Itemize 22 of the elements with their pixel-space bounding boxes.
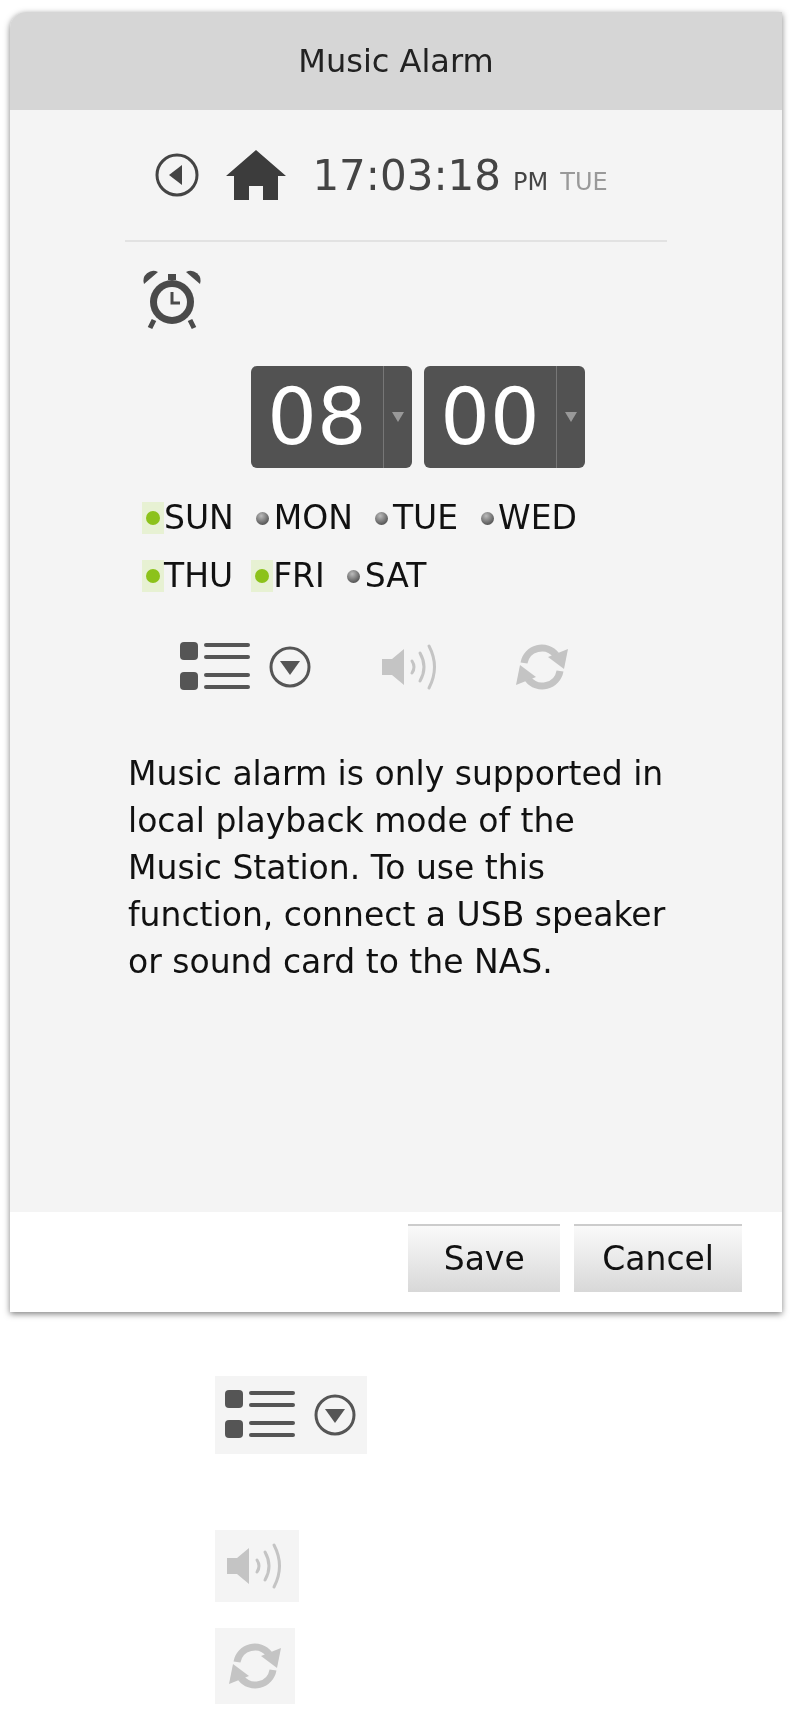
caret-icon: [392, 412, 404, 422]
dialog-button[interactable]: Cancel: [574, 1224, 742, 1292]
day-toggle[interactable]: FRI: [251, 556, 325, 596]
minute-picker[interactable]: 00: [424, 366, 585, 468]
clock-weekday: TUE: [560, 166, 608, 198]
alarm-clock-icon: [140, 268, 204, 330]
info-message: Music alarm is only supported in local playback mode of the Music Station. To use this function, connect a USB speaker or sound card to the NAS.: [128, 753, 667, 983]
clock-meridiem: PM: [513, 166, 549, 198]
back-icon[interactable]: [154, 152, 201, 198]
day-toggle[interactable]: SUN: [142, 498, 234, 538]
dialog-button[interactable]: Save: [408, 1224, 561, 1292]
day-toggle[interactable]: WED: [476, 498, 577, 538]
day-toggle[interactable]: MON: [251, 498, 353, 538]
day-toggle[interactable]: SAT: [342, 556, 427, 596]
dropdown-icon[interactable]: [268, 645, 312, 689]
dialog-title: Music Alarm: [298, 41, 494, 82]
day-toggle[interactable]: THU: [142, 556, 234, 596]
clock-time: 17:03:18: [312, 149, 502, 202]
dropdown-icon[interactable]: [313, 1393, 357, 1437]
day-toggle[interactable]: TUE: [370, 498, 459, 538]
hour-picker[interactable]: 08: [251, 366, 412, 468]
caret-icon: [565, 412, 577, 422]
